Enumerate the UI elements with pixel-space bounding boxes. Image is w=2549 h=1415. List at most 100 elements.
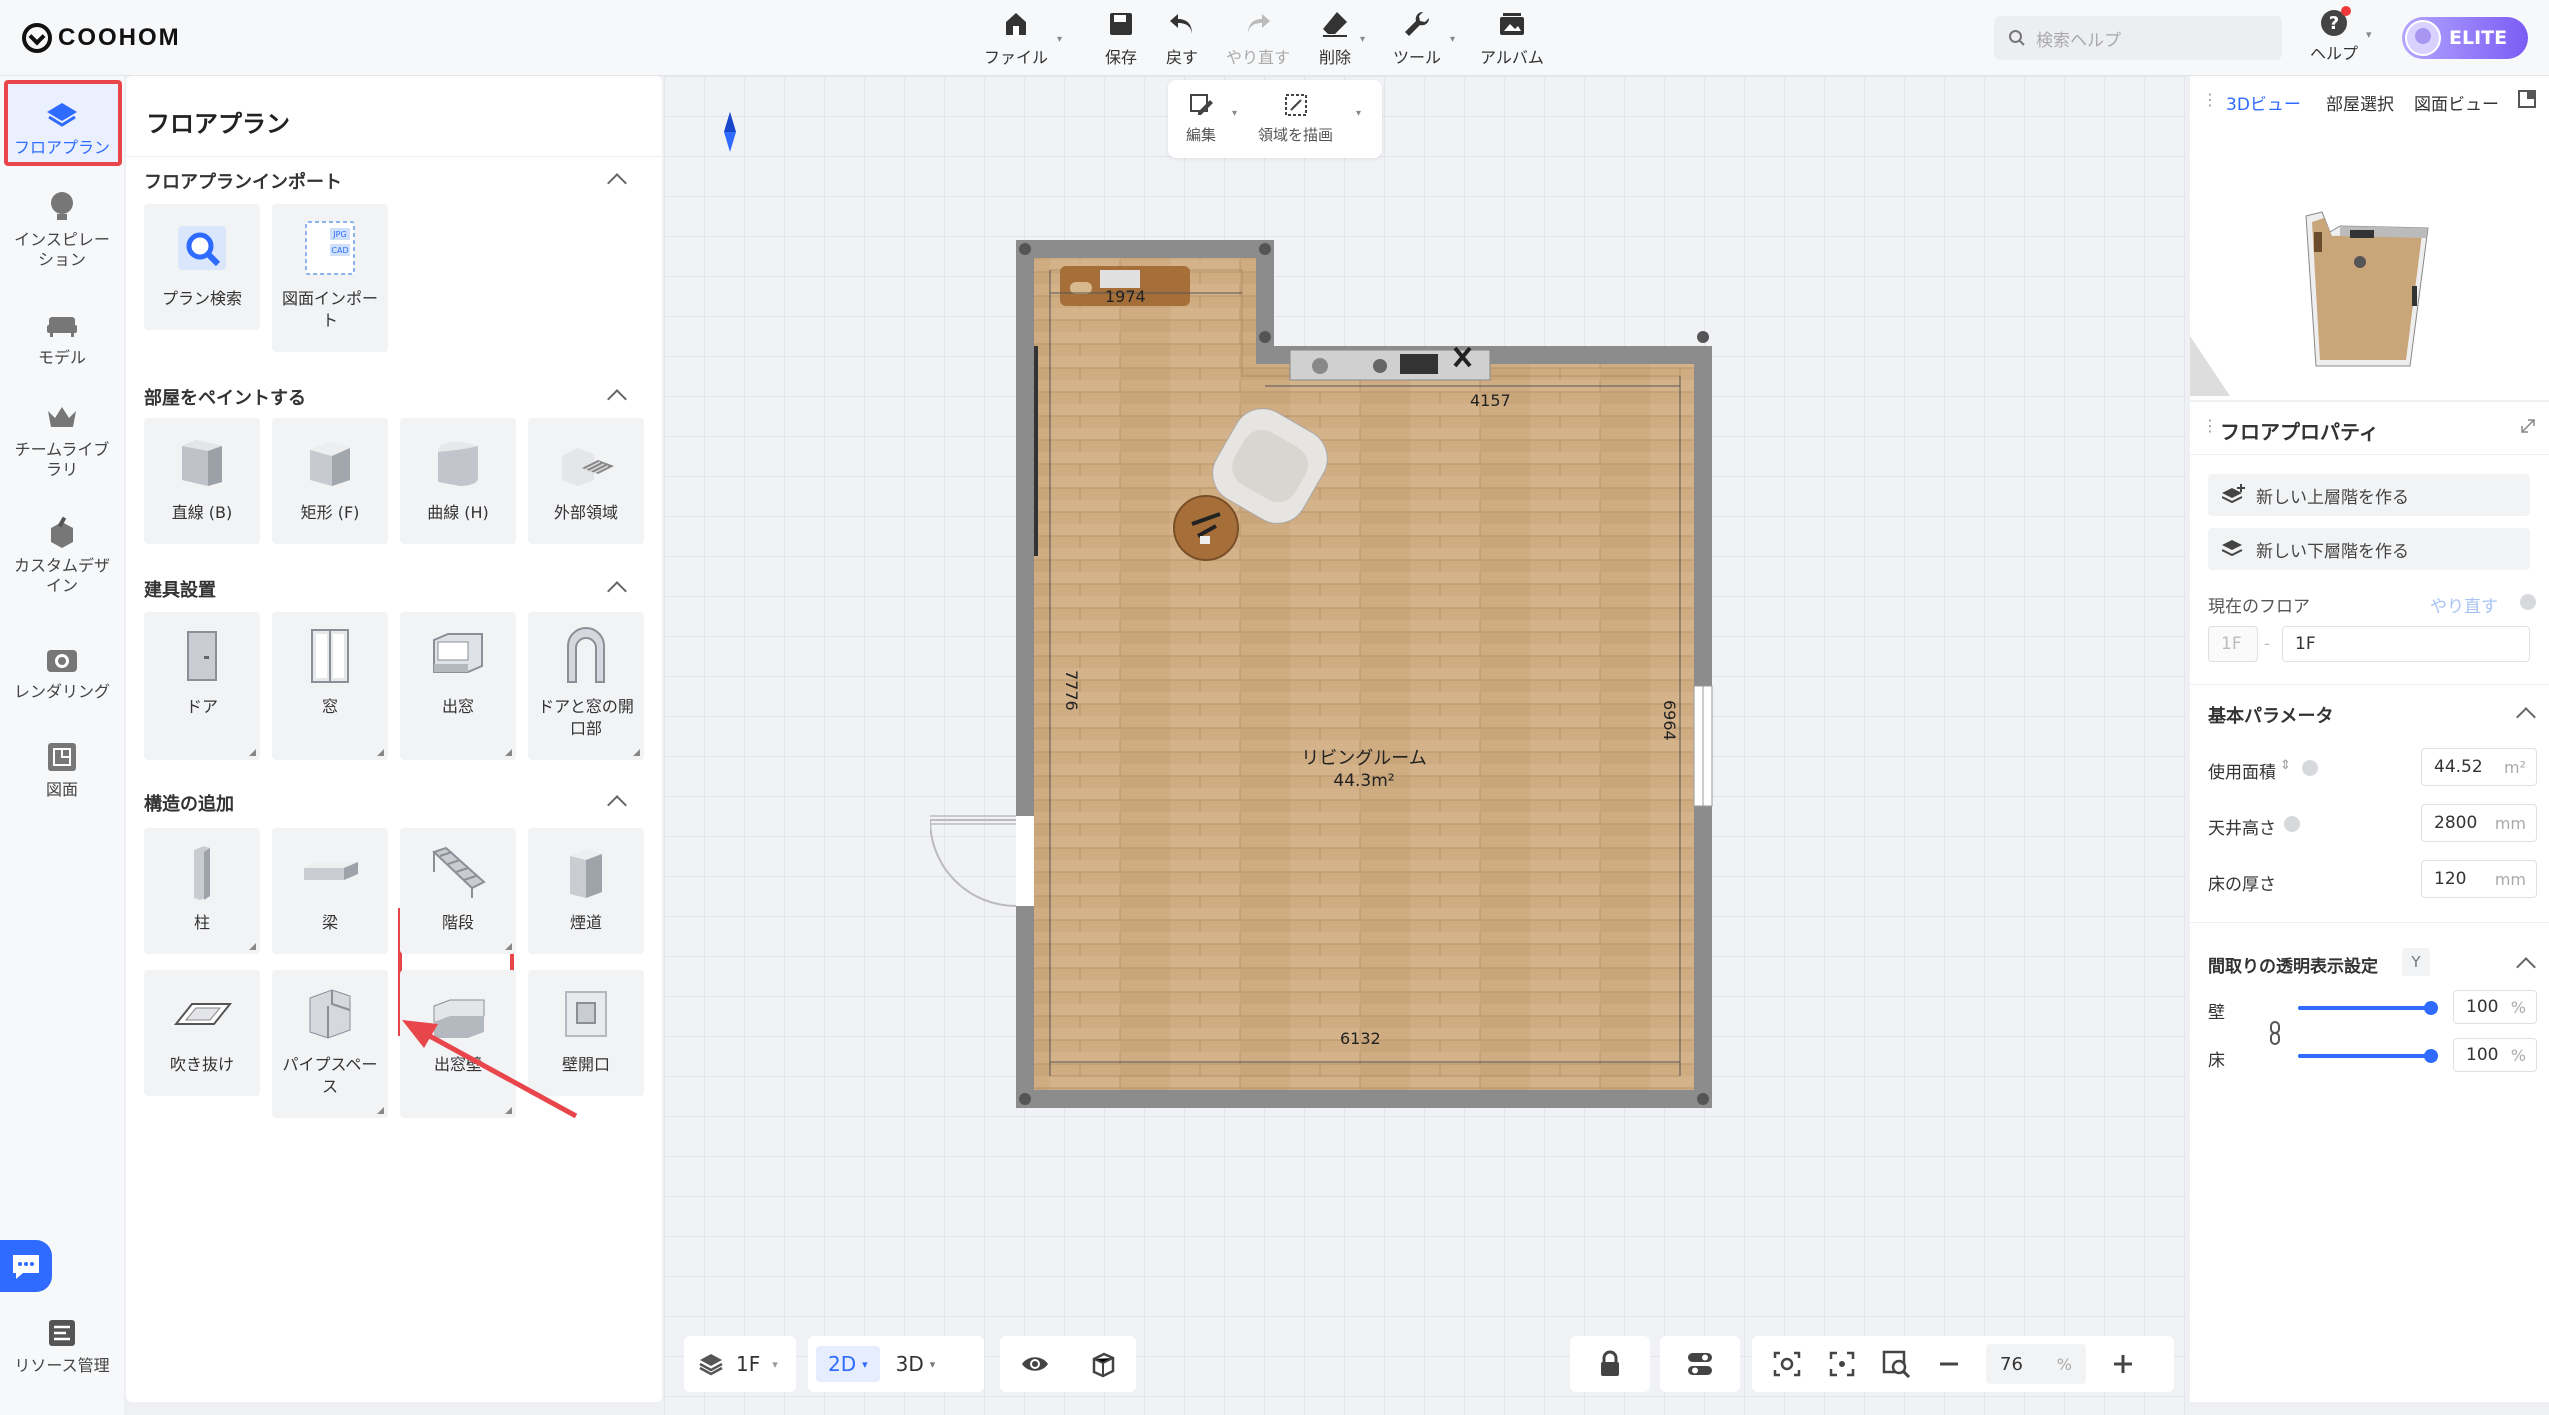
atrium-icon — [172, 984, 232, 1044]
ceiling-height-label: 天井高さ — [2208, 819, 2276, 839]
settings-toggle-button[interactable] — [1660, 1336, 1740, 1392]
collapse-icon[interactable] — [607, 173, 627, 193]
nav-model[interactable]: モデル — [0, 308, 124, 368]
floor-transparency-slider[interactable] — [2298, 1054, 2430, 1058]
door-opening[interactable] — [1016, 816, 1034, 906]
undo-button[interactable]: 戻す — [1166, 8, 1198, 68]
redo-button[interactable]: やり直す — [1226, 8, 1290, 68]
external-area-tile[interactable]: 外部領域 — [528, 418, 644, 544]
ceiling-height-input[interactable]: 2800 mm — [2421, 804, 2537, 842]
redo-link[interactable]: やり直す — [2430, 592, 2498, 617]
nav-inspiration[interactable]: インスピレーション — [0, 190, 124, 270]
info-icon[interactable] — [2284, 816, 2300, 832]
lock-button[interactable] — [1570, 1336, 1650, 1392]
wall-slider-knob[interactable] — [2424, 1001, 2438, 1015]
chat-button[interactable] — [0, 1240, 52, 1292]
link-icon[interactable] — [2268, 1020, 2282, 1046]
cube-view-icon[interactable] — [1089, 1350, 1117, 1378]
mode-2d-button[interactable]: 2D ▾ — [816, 1346, 880, 1382]
atrium-tile[interactable]: 吹き抜け — [144, 970, 260, 1096]
zoom-in-icon[interactable] — [2112, 1353, 2134, 1375]
notification-dot — [2341, 6, 2351, 16]
pipe-space-tile[interactable]: パイプスペース — [272, 970, 388, 1118]
window-tile[interactable]: 窓 — [272, 612, 388, 760]
rectangle-tool-tile[interactable]: 矩形 (F) — [272, 418, 388, 544]
history-icon[interactable] — [2520, 594, 2536, 610]
tools-menu[interactable]: ツール ▾ — [1393, 8, 1455, 68]
edit-icon — [1190, 94, 1213, 115]
expand-icon[interactable] — [2520, 418, 2536, 434]
app-logo[interactable]: COOHOM — [22, 20, 181, 56]
tab-3d-view[interactable]: 3Dビュー — [2226, 90, 2301, 115]
area-input[interactable]: 44.52 m² — [2421, 748, 2537, 786]
save-button[interactable]: 保存 — [1105, 8, 1137, 68]
help-caret-icon[interactable]: ▾ — [2366, 28, 2372, 41]
window-icon — [300, 626, 360, 686]
elite-badge: ELITE — [2449, 27, 2508, 49]
plan-search-tile[interactable]: プラン検索 — [144, 204, 260, 330]
delete-button[interactable]: 削除 ▾ — [1319, 8, 1365, 68]
drag-handle-icon[interactable]: ⋮ — [2202, 90, 2218, 109]
floorplan-drawing[interactable]: 1974 4157 7776 6964 6132 リビングルーム 44.3m² — [930, 236, 1720, 1116]
fit-settings-icon[interactable] — [1772, 1350, 1802, 1378]
collapse-icon[interactable] — [2516, 957, 2536, 977]
collapse-icon[interactable] — [607, 389, 627, 409]
door-window-opening-tile[interactable]: ドアと窓の開口部 — [528, 612, 644, 760]
floor-thickness-input[interactable]: 120 mm — [2421, 860, 2537, 898]
door-tile[interactable]: ドア — [144, 612, 260, 760]
beam-tile[interactable]: 梁 — [272, 828, 388, 954]
zoom-level-input[interactable]: 76% — [1986, 1344, 2086, 1384]
drawing-import-tile[interactable]: JPG CAD 図面インポート — [272, 204, 388, 352]
info-icon[interactable] — [2302, 760, 2318, 776]
floor-slider-knob[interactable] — [2424, 1049, 2438, 1063]
pillar-tile[interactable]: 柱 — [144, 828, 260, 954]
wall-transparency-slider[interactable] — [2298, 1006, 2430, 1010]
tab-plan-view[interactable]: 図面ビュー — [2414, 90, 2499, 115]
nav-drawing[interactable]: 図面 — [0, 740, 124, 800]
floor-transparency-input[interactable]: 100% — [2453, 1038, 2537, 1072]
new-upper-floor-button[interactable]: 新しい上層階を作る — [2208, 474, 2530, 516]
sort-icon[interactable]: ⇕ — [2280, 758, 2291, 773]
nav-rendering[interactable]: レンダリング — [0, 642, 124, 702]
compass-icon[interactable] — [724, 112, 736, 156]
tab-room-select[interactable]: 部屋選択 — [2326, 90, 2394, 115]
file-menu[interactable]: ファイル ▾ — [984, 8, 1062, 68]
help-search-input[interactable]: 検索ヘルプ — [1994, 16, 2282, 60]
help-icon: ? — [2321, 6, 2351, 36]
flue-icon — [556, 842, 616, 902]
line-tool-tile[interactable]: 直線 (B) — [144, 418, 260, 544]
mode-3d-button[interactable]: 3D ▾ — [886, 1346, 946, 1382]
account-button[interactable]: ELITE — [2402, 17, 2528, 59]
nav-team-library[interactable]: チームライブラリ — [0, 400, 124, 480]
lightbulb-icon — [45, 190, 79, 224]
dim-top-left: 1974 — [1105, 287, 1146, 306]
floor-name-input[interactable]: 1F — [2282, 626, 2530, 662]
3d-preview-render[interactable] — [2190, 166, 2549, 396]
pillar-icon — [172, 842, 232, 902]
bay-window-tile[interactable]: 出窓 — [400, 612, 516, 760]
nav-resource-management[interactable]: リソース管理 — [0, 1316, 124, 1376]
focus-icon[interactable] — [1828, 1350, 1856, 1378]
external-area-icon — [556, 432, 616, 492]
new-lower-floor-button[interactable]: 新しい下層階を作る — [2208, 528, 2530, 570]
drag-handle-icon[interactable]: ⋮ — [2202, 416, 2218, 435]
help-button[interactable]: ? ヘルプ — [2310, 6, 2358, 64]
collapse-icon[interactable] — [607, 581, 627, 601]
popout-icon[interactable] — [2518, 90, 2536, 108]
floor-area[interactable] — [1034, 258, 1694, 1090]
camera-icon — [45, 642, 79, 676]
edit-button[interactable]: 編集 — [1186, 92, 1216, 145]
nav-custom-design[interactable]: カスタムデザイン — [0, 516, 124, 596]
curve-tool-tile[interactable]: 曲線 (H) — [400, 418, 516, 544]
collapse-icon[interactable] — [2516, 707, 2536, 727]
album-button[interactable]: アルバム — [1480, 8, 1544, 68]
eye-icon[interactable] — [1020, 1354, 1050, 1374]
side-table[interactable] — [1173, 495, 1239, 561]
draw-area-button[interactable]: 領域を描画 — [1258, 92, 1333, 145]
collapse-icon[interactable] — [607, 795, 627, 815]
floor-selector[interactable]: 1F ▾ — [684, 1336, 796, 1392]
zoom-out-icon[interactable] — [1938, 1353, 1960, 1375]
wall-transparency-input[interactable]: 100% — [2453, 990, 2537, 1024]
zoom-window-icon[interactable] — [1882, 1350, 1912, 1378]
nav-floorplan[interactable]: フロアプラン — [0, 98, 124, 158]
